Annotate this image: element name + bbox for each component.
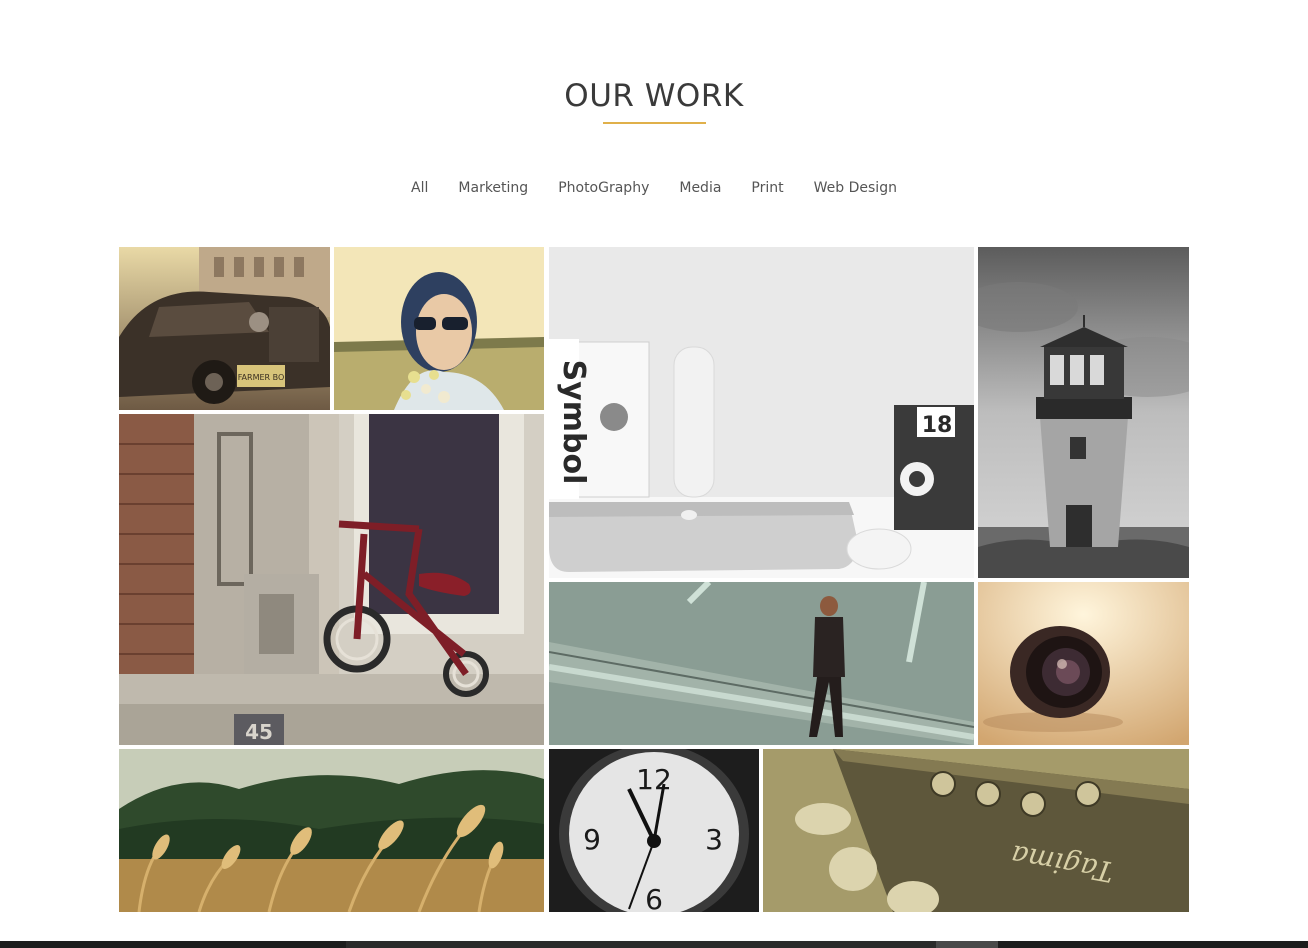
curb-number-text: 45: [245, 720, 273, 744]
gallery-item-man-walking[interactable]: [549, 582, 974, 745]
filter-web-design[interactable]: Web Design: [799, 178, 912, 198]
footer-strip-segment: [936, 941, 998, 948]
portfolio-page: OUR WORK All Marketing PhotoGraphy Media…: [0, 0, 1308, 948]
filter-media[interactable]: Media: [664, 178, 736, 198]
gallery-item-vintage-car[interactable]: FARMER BO: [119, 247, 330, 410]
section-title: OUR WORK: [564, 78, 744, 114]
tricycle-image: 45: [119, 414, 544, 745]
car-plate-text: FARMER BO: [238, 373, 285, 382]
book-title-text: Symbol: [556, 360, 591, 485]
clock-six-text: 6: [645, 883, 663, 912]
clock-twelve-text: 12: [636, 763, 672, 796]
footer-strip-segment: [346, 941, 936, 948]
gallery-item-lighthouse[interactable]: [978, 247, 1189, 578]
clock-nine-text: 9: [583, 823, 601, 856]
clock-three-text: 3: [705, 823, 723, 856]
footer-strip: [0, 941, 1308, 948]
portfolio-filter-nav: All Marketing PhotoGraphy Media Print We…: [0, 178, 1308, 198]
camera-lens-image: [978, 582, 1189, 745]
filter-print[interactable]: Print: [736, 178, 798, 198]
gallery-item-tricycle[interactable]: 45: [119, 414, 544, 745]
clock-image: 12 3 6 9: [549, 749, 759, 912]
gallery-item-wheat-field[interactable]: [119, 749, 544, 912]
man-walking-image: [549, 582, 974, 745]
guitar-headstock-image: Tagima: [763, 749, 1189, 912]
filter-all[interactable]: All: [396, 178, 443, 198]
gallery-item-desk-laptop[interactable]: Symbol 18: [549, 247, 974, 578]
vintage-car-image: FARMER BO: [119, 247, 330, 410]
filter-photography[interactable]: PhotoGraphy: [543, 178, 664, 198]
gallery-item-guitar-headstock[interactable]: Tagima: [763, 749, 1189, 912]
lighthouse-image: [978, 247, 1189, 578]
gallery-item-girl-sunglasses[interactable]: [334, 247, 544, 410]
title-underline: [603, 122, 706, 124]
calendar-number-text: 18: [922, 413, 953, 438]
filter-marketing[interactable]: Marketing: [443, 178, 543, 198]
girl-sunglasses-image: [334, 247, 544, 410]
gallery-item-camera-lens[interactable]: [978, 582, 1189, 745]
wheat-field-image: [119, 749, 544, 912]
gallery-item-clock[interactable]: 12 3 6 9: [549, 749, 759, 912]
desk-laptop-image: Symbol 18: [549, 247, 974, 578]
